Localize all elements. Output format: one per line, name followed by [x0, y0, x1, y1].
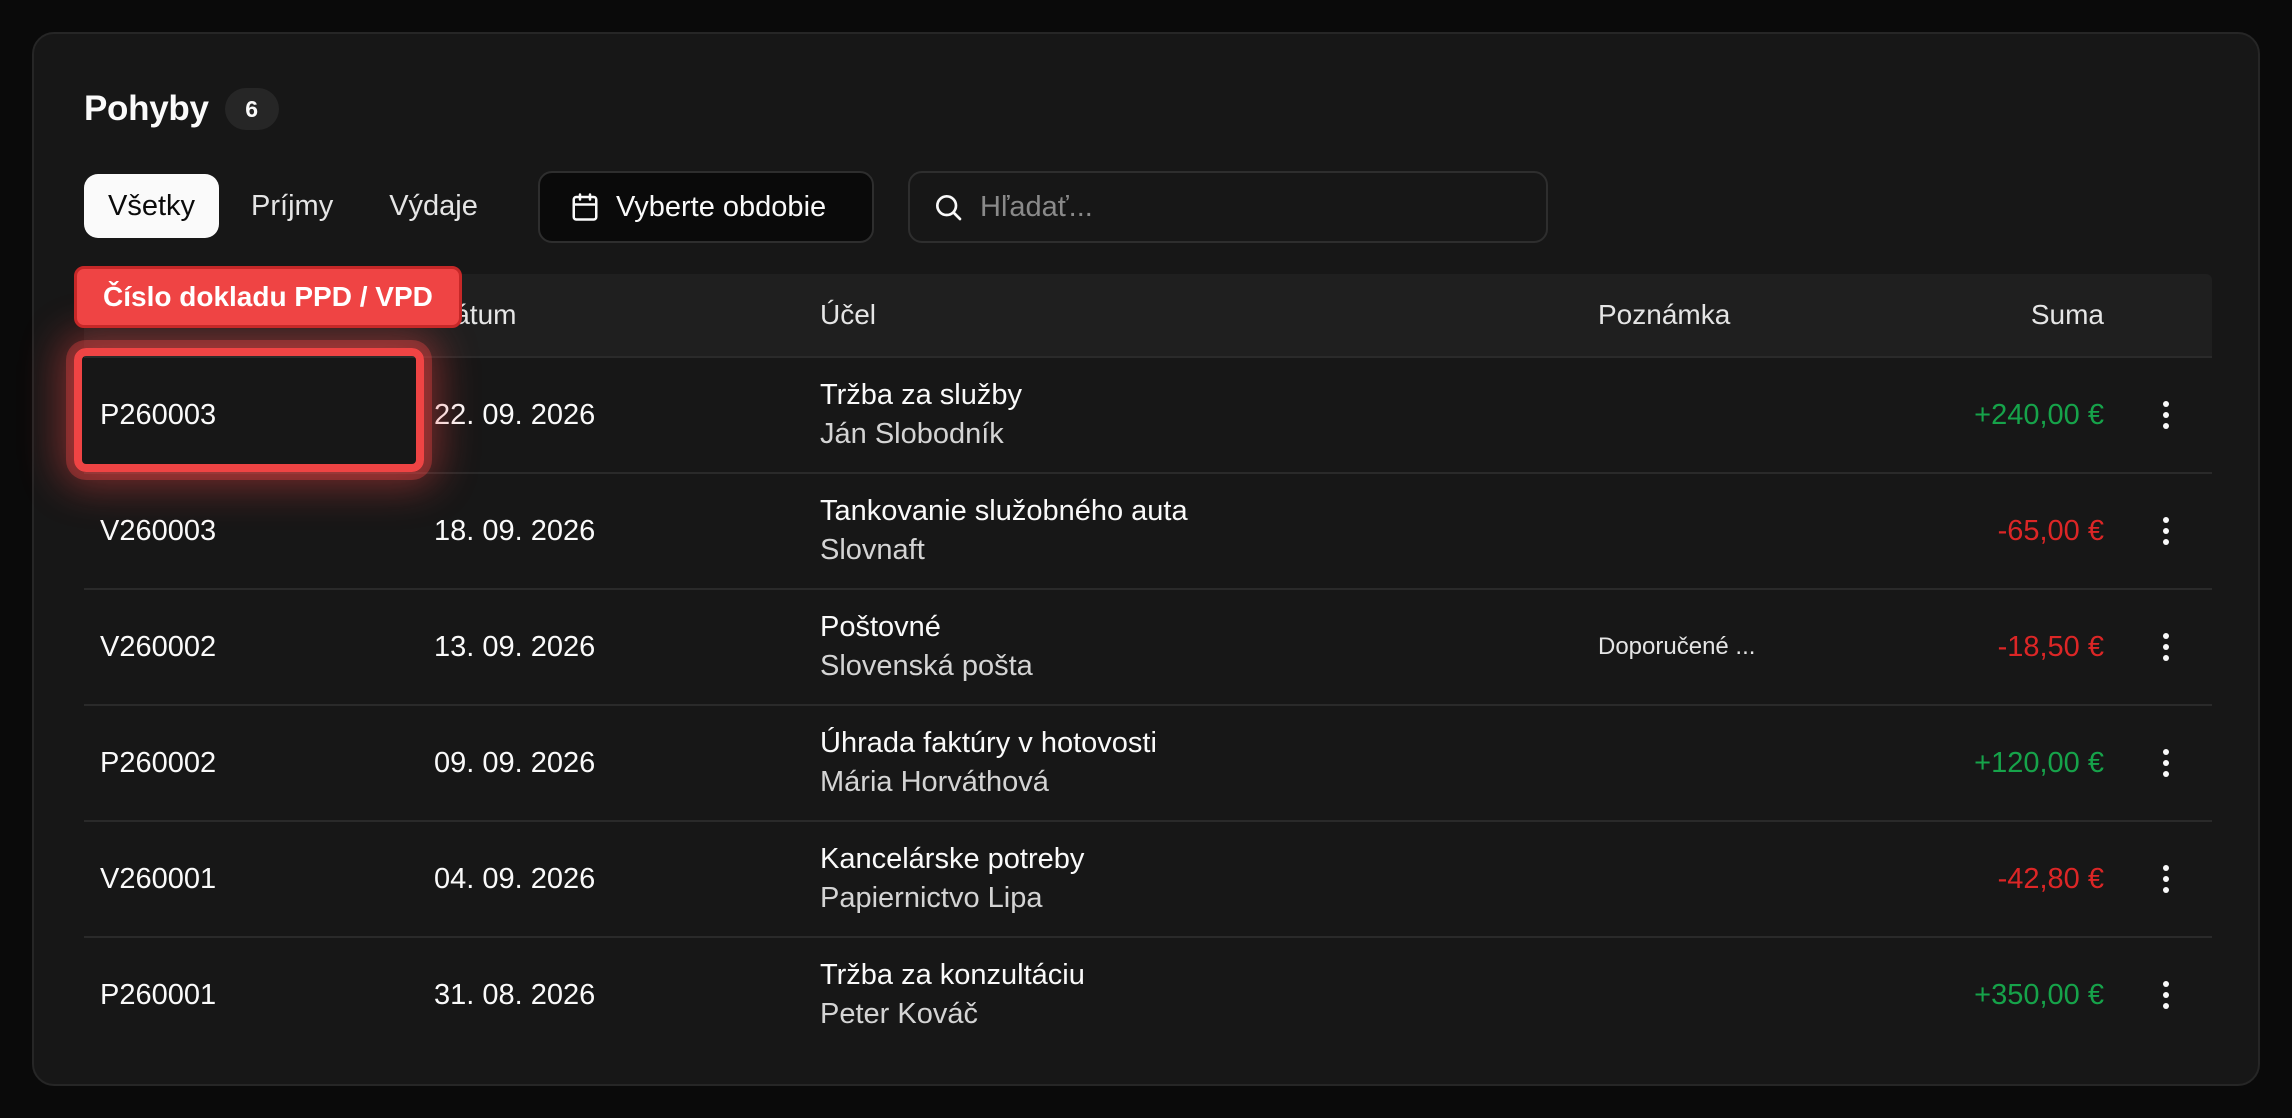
amount-value: +120,00 €: [1974, 746, 2104, 779]
tab-all[interactable]: Všetky: [84, 174, 220, 238]
purpose-text: Tankovanie služobného auta: [820, 495, 1188, 527]
table-row[interactable]: P260002 09. 09. 2026 Úhrada faktúry v ho…: [84, 706, 2212, 822]
row-menu-button[interactable]: [2146, 706, 2186, 820]
search-icon: [936, 195, 962, 221]
row-date: 31. 08. 2026: [434, 978, 596, 1011]
table-row[interactable]: P260001 31. 08. 2026 Tržba za konzultáci…: [84, 938, 2212, 1052]
party-name: Ján Slobodník: [820, 418, 1004, 450]
purpose-cell: Poštovné Slovenská pošta: [820, 590, 1033, 704]
movements-table: Doklad Dátum Účel Poznámka Suma P260003 …: [84, 274, 2212, 1052]
row-date: 18. 09. 2026: [434, 514, 596, 547]
table-row[interactable]: V260001 04. 09. 2026 Kancelárske potreby…: [84, 822, 2212, 938]
column-header-amount[interactable]: Suma: [2031, 274, 2104, 356]
more-vertical-icon: [2163, 517, 2169, 545]
purpose-text: Úhrada faktúry v hotovosti: [820, 727, 1157, 759]
purpose-text: Tržba za služby: [820, 379, 1022, 411]
party-name: Slovenská pošta: [820, 650, 1033, 682]
row-date: 22. 09. 2026: [434, 398, 596, 431]
period-label: Vyberte obdobie: [616, 190, 827, 223]
row-date: 13. 09. 2026: [434, 630, 596, 663]
table-row[interactable]: V260002 13. 09. 2026 Poštovné Slovenská …: [84, 590, 2212, 706]
purpose-cell: Úhrada faktúry v hotovosti Mária Horváth…: [820, 706, 1157, 820]
party-name: Peter Kováč: [820, 998, 978, 1030]
calendar-icon: [572, 193, 598, 221]
note-text: Doporučené ...: [1598, 633, 1756, 660]
purpose-text: Kancelárske potreby: [820, 843, 1085, 875]
doc-number: V260001: [100, 862, 217, 895]
search-box[interactable]: [908, 171, 1548, 243]
panel-header: Pohyby 6: [84, 88, 279, 130]
more-vertical-icon: [2163, 633, 2169, 661]
party-name: Papiernictvo Lipa: [820, 882, 1043, 914]
row-menu-button[interactable]: [2146, 938, 2186, 1052]
row-menu-button[interactable]: [2146, 358, 2186, 472]
column-header-purpose[interactable]: Účel: [820, 274, 876, 356]
movements-panel: Pohyby 6 Všetky Príjmy Výdaje Vyberte ob…: [32, 32, 2260, 1086]
amount-value: -42,80 €: [1997, 862, 2104, 895]
party-name: Mária Horváthová: [820, 766, 1049, 798]
row-menu-button[interactable]: [2146, 822, 2186, 936]
row-menu-button[interactable]: [2146, 474, 2186, 588]
search-input[interactable]: [978, 189, 1546, 225]
amount-value: +240,00 €: [1974, 398, 2104, 431]
more-vertical-icon: [2163, 749, 2169, 777]
purpose-text: Tržba za konzultáciu: [820, 959, 1085, 991]
page-title: Pohyby: [84, 89, 209, 128]
doc-number: V260002: [100, 630, 217, 663]
amount-value: -65,00 €: [1997, 514, 2104, 547]
table-row[interactable]: P260003 22. 09. 2026 Tržba za služby Ján…: [84, 358, 2212, 474]
count-badge: 6: [224, 88, 279, 130]
column-header-note[interactable]: Poznámka: [1598, 274, 1730, 356]
amount-value: +350,00 €: [1974, 978, 2104, 1011]
row-date: 04. 09. 2026: [434, 862, 596, 895]
tour-tooltip: Číslo dokladu PPD / VPD: [74, 266, 462, 328]
purpose-text: Poštovné: [820, 611, 941, 643]
doc-number: V260003: [100, 514, 217, 547]
purpose-cell: Tržba za konzultáciu Peter Kováč: [820, 938, 1085, 1052]
filter-tabs: Všetky Príjmy Výdaje: [84, 174, 502, 238]
party-name: Slovnaft: [820, 534, 925, 566]
tab-income[interactable]: Príjmy: [227, 174, 357, 238]
more-vertical-icon: [2163, 865, 2169, 893]
row-date: 09. 09. 2026: [434, 746, 596, 779]
doc-number: P260002: [100, 746, 217, 779]
purpose-cell: Kancelárske potreby Papiernictvo Lipa: [820, 822, 1084, 936]
more-vertical-icon: [2163, 401, 2169, 429]
amount-value: -18,50 €: [1997, 630, 2104, 663]
doc-number: P260003: [100, 398, 217, 431]
more-vertical-icon: [2163, 981, 2169, 1009]
purpose-cell: Tržba za služby Ján Slobodník: [820, 358, 1022, 472]
purpose-cell: Tankovanie služobného auta Slovnaft: [820, 474, 1188, 588]
period-picker-button[interactable]: Vyberte obdobie: [538, 171, 874, 243]
table-row[interactable]: V260003 18. 09. 2026 Tankovanie služobné…: [84, 474, 2212, 590]
row-menu-button[interactable]: [2146, 590, 2186, 704]
tab-expenses[interactable]: Výdaje: [365, 174, 502, 238]
doc-number: P260001: [100, 978, 217, 1011]
